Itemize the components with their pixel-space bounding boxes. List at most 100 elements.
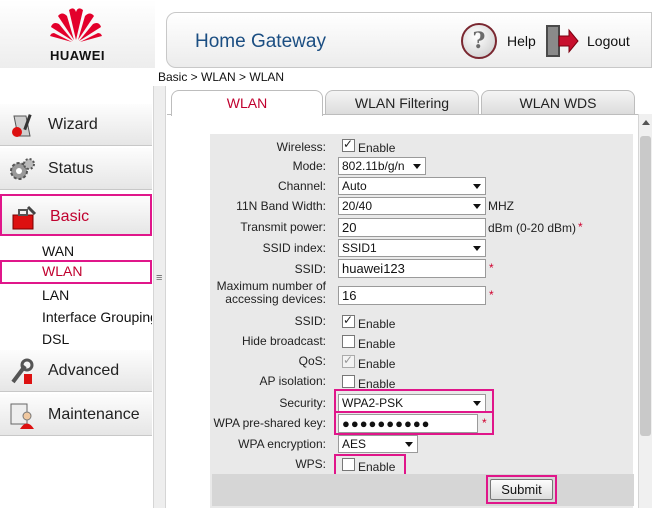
max-devices-input[interactable]: 16 [338, 286, 486, 305]
logout-button[interactable]: Logout [543, 21, 643, 61]
sidebar-item-advanced[interactable]: Advanced [0, 350, 152, 392]
ssid-index-select[interactable]: SSID1 [338, 239, 486, 257]
required-mark: * [489, 261, 494, 275]
scroll-thumb[interactable] [640, 136, 651, 436]
subitem-label: DSL [42, 331, 70, 347]
chevron-down-icon [405, 442, 413, 447]
chevron-down-icon [473, 204, 481, 209]
maintenance-user-icon [10, 403, 34, 429]
tab-wlan[interactable]: WLAN [171, 90, 323, 116]
help-icon: ? [461, 23, 497, 59]
security-value: WPA2-PSK [342, 396, 404, 410]
wireless-checkbox[interactable] [342, 137, 355, 152]
max-devices-label-line1: Maximum number of [216, 279, 326, 293]
channel-value: Auto [342, 179, 367, 193]
basic-toolbox-icon [12, 205, 37, 230]
ssid-enable-checkbox[interactable] [342, 313, 355, 328]
sidebar-item-basic[interactable]: Basic [0, 194, 152, 236]
mode-value: 802.11b/g/n [342, 159, 405, 173]
ap-isolation-label: AP isolation: [259, 374, 327, 388]
subitem-label: WAN [42, 243, 75, 259]
ssid-index-label: SSID index: [262, 241, 326, 255]
security-label: Security: [279, 396, 326, 410]
wpa-encryption-select[interactable]: AES [338, 435, 418, 453]
wizard-icon [12, 114, 32, 137]
required-mark: * [489, 288, 494, 302]
sidebar-item-label: Wizard [48, 116, 98, 133]
wps-option-label: Enable [358, 460, 396, 474]
ssid-index-value: SSID1 [342, 241, 377, 255]
logout-label: Logout [587, 33, 630, 49]
logout-door-icon [546, 25, 579, 57]
mode-select[interactable]: 802.11b/g/n [338, 157, 426, 175]
chevron-down-icon [473, 246, 481, 251]
security-select[interactable]: WPA2-PSK [338, 394, 486, 412]
gateway-window: HUAWEI Home Gateway ? Help Logout Basic … [0, 0, 652, 508]
brand-name: HUAWEI [50, 48, 105, 63]
wpa-key-input[interactable]: ●●●●●●●●●● [338, 414, 478, 433]
scroll-up-icon[interactable] [642, 120, 650, 125]
sidebar-subitem-lan[interactable]: LAN [0, 284, 152, 304]
max-devices-label-line2: accessing devices: [225, 292, 326, 306]
sidebar-item-label: Status [48, 160, 94, 177]
advanced-tools-icon [11, 358, 34, 384]
required-mark: * [578, 220, 583, 234]
band-width-label: 11N Band Width: [236, 199, 326, 213]
ssid-input[interactable]: huawei123 [338, 259, 486, 278]
subitem-label: WLAN [42, 263, 83, 279]
sidebar-item-wizard[interactable]: Wizard [0, 104, 152, 146]
tab-wlan-filtering[interactable]: WLAN Filtering [325, 90, 479, 114]
status-gears-icon [10, 158, 35, 180]
sidebar-item-status[interactable]: Status [0, 148, 152, 190]
sidebar: Wizard Status Basic WAN WLAN LAN Interfa… [0, 100, 152, 508]
transmit-power-unit: dBm (0-20 dBm) [488, 221, 577, 235]
chevron-down-icon [413, 164, 421, 169]
hide-broadcast-label: Hide broadcast: [241, 334, 326, 348]
wpa-encryption-value: AES [342, 437, 367, 451]
tab-wlan-wds[interactable]: WLAN WDS [481, 90, 635, 114]
ssid-label: SSID: [294, 262, 326, 276]
sidebar-item-label: Advanced [48, 362, 120, 379]
channel-select[interactable]: Auto [338, 177, 486, 195]
chevron-down-icon [473, 401, 481, 406]
sidebar-item-maintenance[interactable]: Maintenance [0, 394, 152, 436]
chevron-down-icon [473, 184, 481, 189]
band-width-select[interactable]: 20/40 [338, 197, 486, 215]
ap-isolation-checkbox[interactable] [342, 375, 355, 388]
brand-logo: HUAWEI [0, 0, 155, 68]
subitem-label: LAN [42, 287, 70, 303]
header-bar: Home Gateway ? Help Logout [166, 12, 652, 68]
sidebar-subitem-interface-grouping[interactable]: Interface Grouping [0, 306, 152, 326]
submit-button[interactable]: Submit [490, 479, 553, 500]
wps-checkbox[interactable] [342, 458, 355, 471]
wpa-encryption-label: WPA encryption: [238, 437, 326, 451]
subitem-label: Interface Grouping [42, 309, 152, 325]
page-title: Home Gateway [195, 31, 326, 52]
ssid-enable-option-label: Enable [358, 317, 396, 331]
breadcrumb: Basic > WLAN > WLAN [158, 70, 285, 84]
help-button[interactable]: ? Help [461, 21, 543, 61]
sidebar-subitem-wan[interactable]: WAN [0, 240, 152, 260]
transmit-power-label: Transmit power: [240, 220, 326, 234]
huawei-logo-icon [50, 8, 102, 42]
qos-label: QoS: [298, 354, 326, 368]
channel-label: Channel: [277, 179, 326, 193]
wps-label: WPS: [295, 457, 326, 471]
sidebar-subitem-dsl[interactable]: DSL [0, 328, 152, 348]
help-label: Help [507, 33, 536, 49]
hide-broadcast-checkbox[interactable] [342, 335, 355, 348]
hide-broadcast-option-label: Enable [358, 337, 396, 351]
sidebar-item-label: Maintenance [48, 406, 140, 423]
sidebar-item-label: Basic [50, 208, 90, 225]
content-scrollbar[interactable] [638, 114, 652, 508]
sidebar-subitem-wlan[interactable]: WLAN [0, 260, 152, 284]
grip-icon: ≡ [156, 272, 163, 284]
required-mark: * [482, 416, 487, 430]
transmit-power-input[interactable]: 20 [338, 218, 486, 237]
sidebar-splitter[interactable]: ≡ [153, 86, 166, 508]
max-devices-label: Maximum number of accessing devices: [217, 280, 326, 306]
submit-bar [212, 474, 634, 506]
band-width-unit: MHZ [488, 199, 514, 213]
mode-label: Mode: [292, 159, 326, 173]
wireless-label: Wireless: [276, 140, 326, 154]
